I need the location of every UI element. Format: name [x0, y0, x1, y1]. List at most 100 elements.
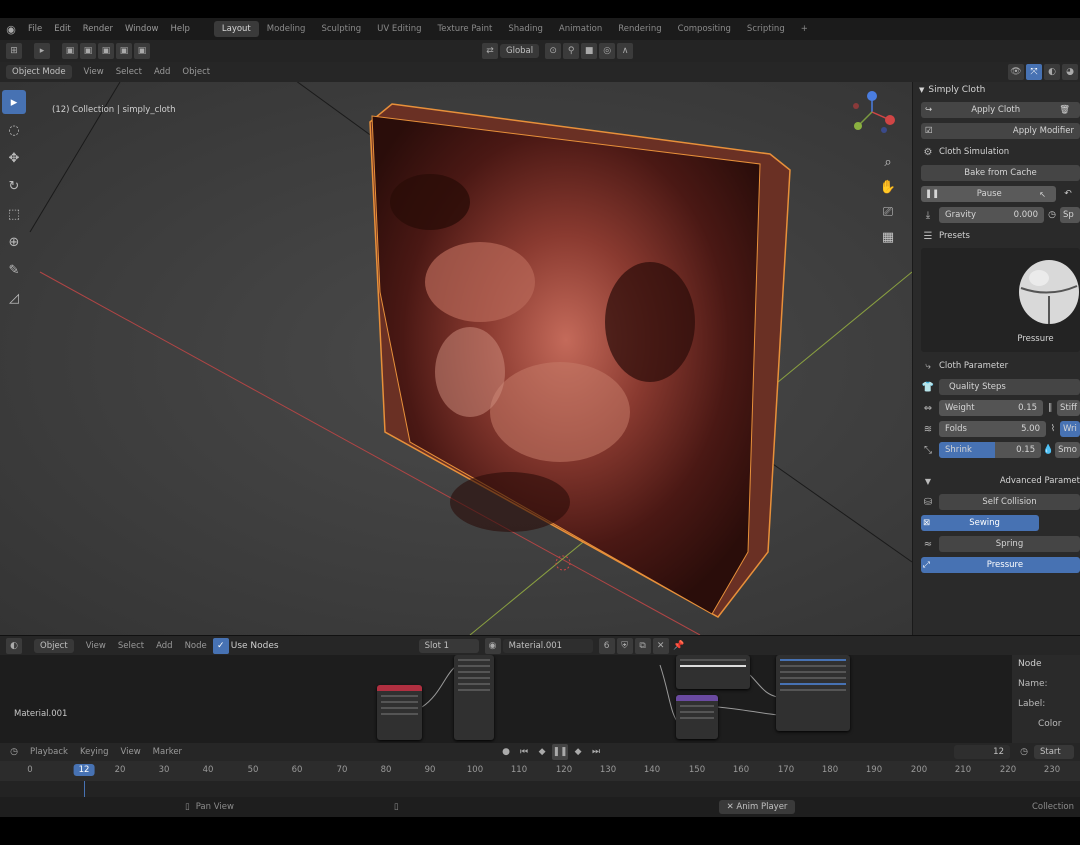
measure-tool-icon[interactable]: ◿: [2, 286, 26, 310]
material-users-count[interactable]: 6: [598, 637, 615, 654]
node-color-checkbox[interactable]: Color: [1018, 719, 1074, 729]
shading-icon[interactable]: ◕: [1062, 64, 1078, 80]
presets-header[interactable]: ☰ Presets: [921, 228, 1080, 244]
pause-playback-icon[interactable]: ❚❚: [552, 744, 569, 760]
timeline-menu-view[interactable]: View: [115, 747, 147, 757]
overlay-icon[interactable]: ◐: [1044, 64, 1060, 80]
tab-shading[interactable]: Shading: [500, 21, 551, 37]
tab-modeling[interactable]: Modeling: [259, 21, 314, 37]
timeline-menu-keying[interactable]: Keying: [74, 747, 115, 757]
node-object-dropdown[interactable]: Object: [34, 638, 74, 653]
cursor-tool-icon[interactable]: ◌: [2, 118, 26, 142]
node-section-title[interactable]: Node: [1018, 659, 1074, 669]
pin-icon[interactable]: 📌: [671, 638, 687, 654]
shrink-field[interactable]: Shrink 0.15: [939, 442, 1042, 458]
grid-icon[interactable]: ▦: [878, 227, 898, 247]
jump-start-icon[interactable]: ⏮: [516, 744, 532, 760]
unlink-material-icon[interactable]: ✕: [652, 637, 669, 654]
node-color-ramp[interactable]: [377, 685, 422, 740]
spring-button[interactable]: Spring: [939, 536, 1080, 552]
jump-end-icon[interactable]: ⏭: [588, 744, 604, 760]
select-extend-icon[interactable]: ▣: [80, 43, 96, 59]
pivot-icon[interactable]: ⊙: [545, 43, 562, 59]
preview-range-icon[interactable]: ◷: [1016, 744, 1032, 760]
gizmo-icon[interactable]: ⤧: [1026, 64, 1042, 80]
move-tool-icon[interactable]: ✥: [2, 146, 26, 170]
start-frame-field[interactable]: Start: [1034, 745, 1074, 759]
material-name-field[interactable]: Material.001: [502, 638, 593, 653]
prev-keyframe-icon[interactable]: ◆: [534, 744, 550, 760]
editor-type-icon[interactable]: ⊞: [6, 43, 22, 59]
scale-tool-icon[interactable]: ⬚: [2, 202, 26, 226]
timeline-menu-playback[interactable]: Playback: [24, 747, 74, 757]
node-menu-view[interactable]: View: [80, 641, 112, 651]
blender-logo-icon[interactable]: ◉: [0, 18, 22, 40]
viewport-menu-object[interactable]: Object: [176, 67, 216, 77]
transform-tool-icon[interactable]: ⊕: [2, 230, 26, 254]
apply-modifier-button[interactable]: ☑ Apply Modifier: [921, 123, 1080, 139]
node-menu-node[interactable]: Node: [179, 641, 213, 651]
panel-title[interactable]: ▼ Simply Cloth: [913, 82, 1080, 98]
current-frame-field[interactable]: 12: [954, 745, 1010, 759]
node-principled-bsdf[interactable]: [776, 655, 850, 731]
use-nodes-checkbox[interactable]: ✓: [212, 637, 229, 654]
select-tool-icon[interactable]: ▸: [34, 43, 50, 59]
select-invert-icon[interactable]: ▣: [116, 43, 132, 59]
duplicate-material-icon[interactable]: ⧉: [634, 637, 651, 654]
tab-layout[interactable]: Layout: [213, 21, 259, 37]
viewport-menu-select[interactable]: Select: [110, 67, 148, 77]
menu-edit[interactable]: Edit: [48, 24, 76, 34]
menu-file[interactable]: File: [22, 24, 48, 34]
cloth-simulation-header[interactable]: ⚙ Cloth Simulation: [921, 144, 1080, 160]
tab-sculpting[interactable]: Sculpting: [313, 21, 369, 37]
tab-texture-paint[interactable]: Texture Paint: [430, 21, 501, 37]
3d-viewport[interactable]: ▸ ◌ ✥ ↻ ⬚ ⊕ ✎ ◿ (12) Collection | simply…: [0, 82, 912, 635]
viewport-menu-add[interactable]: Add: [148, 67, 176, 77]
node-menu-add[interactable]: Add: [150, 641, 178, 651]
select-intersect-icon[interactable]: ▣: [134, 43, 150, 59]
material-browse-icon[interactable]: ◉: [484, 637, 501, 654]
proportional-edit-icon[interactable]: ◎: [599, 43, 616, 59]
tab-compositing[interactable]: Compositing: [670, 21, 739, 37]
timeline-ruler[interactable]: 0 12 20 30 40 50 60 70 80 90 100 110 120…: [0, 761, 1080, 781]
stiffness-field[interactable]: Stiff: [1057, 400, 1080, 416]
slot-dropdown[interactable]: Slot 1: [418, 638, 479, 653]
wrinkle-field[interactable]: Wri: [1060, 421, 1080, 437]
node-math[interactable]: [676, 695, 718, 739]
pressure-button[interactable]: ⤢ Pressure: [921, 557, 1080, 573]
menu-window[interactable]: Window: [119, 24, 165, 34]
camera-view-icon[interactable]: ⎚: [878, 202, 898, 222]
tab-animation[interactable]: Animation: [551, 21, 610, 37]
tab-scripting[interactable]: Scripting: [739, 21, 793, 37]
node-editor-canvas[interactable]: Material.001: [0, 655, 1012, 743]
preset-preview[interactable]: Pressure: [921, 248, 1080, 352]
smooth-field[interactable]: Smo: [1055, 442, 1080, 458]
navigation-gizmo[interactable]: [853, 91, 895, 133]
menu-render[interactable]: Render: [77, 24, 119, 34]
gravity-field[interactable]: Gravity 0.000: [939, 207, 1044, 223]
menu-help[interactable]: Help: [164, 24, 195, 34]
timeline-editor-icon[interactable]: ◷: [6, 744, 22, 760]
falloff-icon[interactable]: ∧: [617, 43, 634, 59]
node-editor-type-icon[interactable]: ◐: [6, 637, 22, 654]
add-workspace-button[interactable]: +: [793, 21, 816, 37]
node-texture[interactable]: [676, 655, 750, 689]
rotate-tool-icon[interactable]: ↻: [2, 174, 26, 198]
sewing-button[interactable]: ⊠ Sewing: [921, 515, 1039, 531]
pan-hand-icon[interactable]: ✋: [878, 177, 898, 197]
mode-dropdown[interactable]: Object Mode: [6, 65, 72, 79]
record-icon[interactable]: ●: [498, 744, 514, 760]
folds-field[interactable]: Folds 5.00: [939, 421, 1046, 437]
weight-field[interactable]: Weight 0.15: [939, 400, 1044, 416]
node-menu-select[interactable]: Select: [112, 641, 150, 651]
viewport-menu-view[interactable]: View: [78, 67, 110, 77]
cloth-parameter-header[interactable]: ⤷ Cloth Parameter: [921, 358, 1080, 374]
advanced-parameter-header[interactable]: ▼ Advanced Paramet: [921, 473, 1080, 489]
reset-icon[interactable]: ↶: [1056, 189, 1080, 199]
zoom-icon[interactable]: ⌕: [878, 152, 898, 172]
orientation-dropdown[interactable]: Global: [500, 44, 540, 58]
fake-user-icon[interactable]: ⛨: [616, 637, 633, 654]
snap-target-icon[interactable]: ■: [581, 43, 598, 59]
anim-player-badge[interactable]: ✕ Anim Player: [718, 800, 796, 814]
node-mapping[interactable]: [454, 655, 494, 740]
